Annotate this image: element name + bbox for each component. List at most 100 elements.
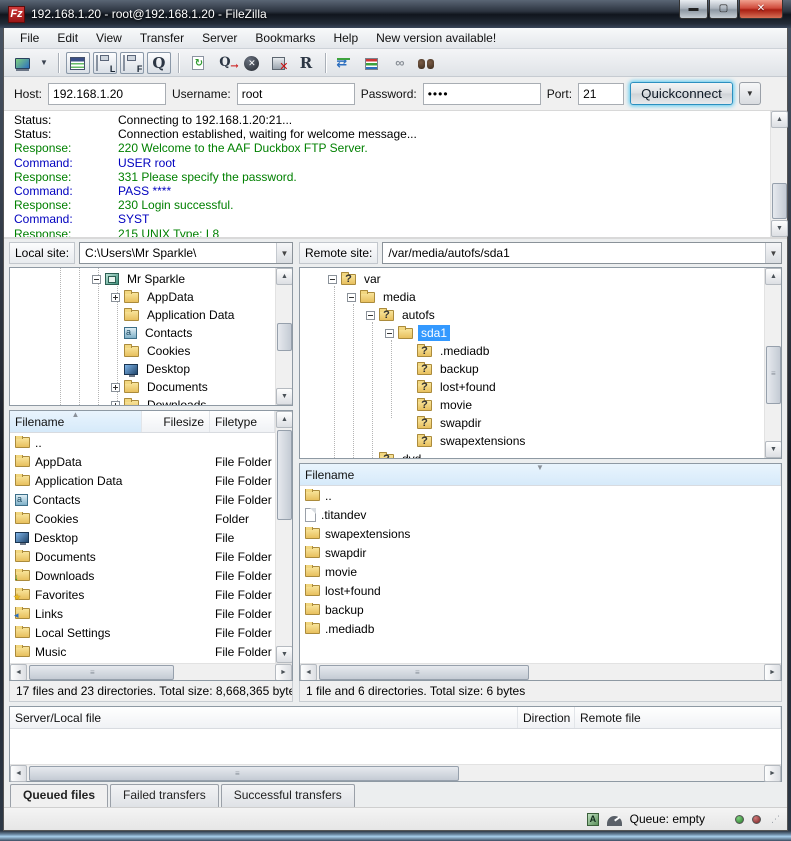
file-row[interactable]: backup xyxy=(300,600,781,619)
tree-item[interactable]: AppData xyxy=(10,288,275,306)
file-row[interactable]: Local SettingsFile Folder xyxy=(10,623,275,642)
column-header-direction[interactable]: Direction xyxy=(518,707,575,728)
tree-item[interactable]: Desktop xyxy=(10,360,275,378)
scroll-right-icon[interactable]: ► xyxy=(764,765,781,782)
expand-icon[interactable] xyxy=(111,401,120,406)
tree-item[interactable]: Mr Sparkle xyxy=(10,270,275,288)
file-row[interactable]: AppDataFile Folder xyxy=(10,452,275,471)
menu-file[interactable]: File xyxy=(12,29,47,47)
expand-icon[interactable] xyxy=(111,293,120,302)
toggle-message-log-button[interactable] xyxy=(66,52,90,74)
scroll-left-icon[interactable]: ◄ xyxy=(300,664,317,681)
collapse-icon[interactable] xyxy=(366,311,375,320)
file-row[interactable]: lost+found xyxy=(300,581,781,600)
titlebar[interactable]: Fz 192.168.1.20 - root@192.168.1.20 - Fi… xyxy=(0,0,791,28)
menu-transfer[interactable]: Transfer xyxy=(132,29,192,47)
tab-failed-transfers[interactable]: Failed transfers xyxy=(110,784,219,807)
scroll-right-icon[interactable]: ► xyxy=(764,664,781,681)
file-row[interactable]: ↓DownloadsFile Folder xyxy=(10,566,275,585)
tree-item[interactable]: autofs xyxy=(300,306,764,324)
file-row[interactable]: ★FavoritesFile Folder xyxy=(10,585,275,604)
column-header-filesize[interactable]: Filesize xyxy=(142,411,210,432)
tab-queued-files[interactable]: Queued files xyxy=(10,784,108,807)
file-row[interactable]: DocumentsFile Folder xyxy=(10,547,275,566)
file-row[interactable]: movie xyxy=(300,562,781,581)
tree-item[interactable]: swapextensions xyxy=(300,432,764,450)
menu-new-version[interactable]: New version available! xyxy=(368,29,504,47)
scroll-down-icon[interactable]: ▼ xyxy=(765,441,782,458)
remote-list-hscrollbar[interactable]: ◄ ► ≡ xyxy=(300,663,781,680)
collapse-icon[interactable] xyxy=(92,275,101,284)
tree-item[interactable]: sda1 xyxy=(300,324,764,342)
scroll-up-icon[interactable]: ▲ xyxy=(276,268,293,285)
refresh-button[interactable]: ↻ xyxy=(186,52,210,74)
column-header-filetype[interactable]: Filetype xyxy=(210,411,275,432)
menu-edit[interactable]: Edit xyxy=(49,29,86,47)
collapse-icon[interactable] xyxy=(328,275,337,284)
file-row[interactable]: CookiesFolder xyxy=(10,509,275,528)
remote-site-combo[interactable]: /var/media/autofs/sda1 ▼ xyxy=(382,242,782,264)
file-row[interactable]: DesktopFile xyxy=(10,528,275,547)
cancel-button[interactable]: ✕ xyxy=(240,52,264,74)
column-header-filename[interactable]: ▼Filename xyxy=(300,464,781,485)
minimize-button[interactable]: ▬ xyxy=(679,0,708,19)
column-header-remote-file[interactable]: Remote file xyxy=(575,707,781,728)
scroll-left-icon[interactable]: ◄ xyxy=(10,664,27,681)
scroll-down-icon[interactable]: ▼ xyxy=(276,646,292,663)
file-row[interactable]: .mediadb xyxy=(300,619,781,638)
password-input[interactable] xyxy=(423,83,541,105)
log-scrollbar[interactable]: ▲ ▼ xyxy=(770,111,787,237)
host-input[interactable] xyxy=(48,83,166,105)
scroll-up-icon[interactable]: ▲ xyxy=(771,111,788,128)
menu-bookmarks[interactable]: Bookmarks xyxy=(247,29,323,47)
scroll-up-icon[interactable]: ▲ xyxy=(276,411,292,428)
tree-item[interactable]: Documents xyxy=(10,378,275,396)
column-header-server-local-file[interactable]: Server/Local file xyxy=(10,707,518,728)
scroll-left-icon[interactable]: ◄ xyxy=(10,765,27,782)
filter-button[interactable]: ∞ xyxy=(387,52,411,74)
tree-item[interactable]: media xyxy=(300,288,764,306)
disconnect-button[interactable] xyxy=(267,52,291,74)
tree-item[interactable]: swapdir xyxy=(300,414,764,432)
scroll-down-icon[interactable]: ▼ xyxy=(276,388,293,405)
column-header-filename[interactable]: ▲Filename xyxy=(10,411,142,432)
file-row[interactable]: MusicFile Folder xyxy=(10,642,275,661)
collapse-icon[interactable] xyxy=(385,329,394,338)
toggle-queue-button[interactable]: Q xyxy=(147,52,171,74)
local-list-scrollbar[interactable]: ▲ ▼ xyxy=(275,411,292,663)
tree-item[interactable]: var xyxy=(300,270,764,288)
scroll-up-icon[interactable]: ▲ xyxy=(765,268,782,285)
tree-item[interactable]: Cookies xyxy=(10,342,275,360)
tree-item[interactable]: lost+found xyxy=(300,378,764,396)
toggle-remote-tree-button[interactable]: F xyxy=(120,52,144,74)
scroll-down-icon[interactable]: ▼ xyxy=(771,220,788,237)
tree-item[interactable]: dvd xyxy=(300,450,764,458)
site-manager-button[interactable] xyxy=(10,52,34,74)
quickconnect-button[interactable]: Quickconnect xyxy=(630,82,733,105)
local-tree-scrollbar[interactable]: ▲ ▼ xyxy=(275,268,292,405)
tree-item[interactable]: .mediadb xyxy=(300,342,764,360)
file-row[interactable]: ◂LinksFile Folder xyxy=(10,604,275,623)
file-row[interactable]: swapextensions xyxy=(300,524,781,543)
file-row[interactable]: ContactsFile Folder xyxy=(10,490,275,509)
collapse-icon[interactable] xyxy=(347,293,356,302)
file-row[interactable]: .. xyxy=(10,433,275,452)
site-manager-dropdown[interactable]: ▼ xyxy=(37,58,51,67)
tree-item[interactable]: ↓Downloads xyxy=(10,396,275,405)
maximize-button[interactable]: ▢ xyxy=(709,0,738,19)
tree-item[interactable]: movie xyxy=(300,396,764,414)
username-input[interactable] xyxy=(237,83,355,105)
expand-icon[interactable] xyxy=(111,383,120,392)
file-row[interactable]: Application DataFile Folder xyxy=(10,471,275,490)
close-button[interactable]: ✕ xyxy=(739,0,783,19)
synchronized-browsing-button[interactable]: ⇄ xyxy=(333,52,357,74)
reconnect-button[interactable]: R xyxy=(294,52,318,74)
tab-successful-transfers[interactable]: Successful transfers xyxy=(221,784,355,807)
menu-view[interactable]: View xyxy=(88,29,130,47)
scroll-right-icon[interactable]: ► xyxy=(275,664,292,681)
tree-item[interactable]: Application Data xyxy=(10,306,275,324)
menu-help[interactable]: Help xyxy=(325,29,366,47)
find-files-button[interactable] xyxy=(414,52,438,74)
port-input[interactable] xyxy=(578,83,624,105)
tree-item[interactable]: Contacts xyxy=(10,324,275,342)
